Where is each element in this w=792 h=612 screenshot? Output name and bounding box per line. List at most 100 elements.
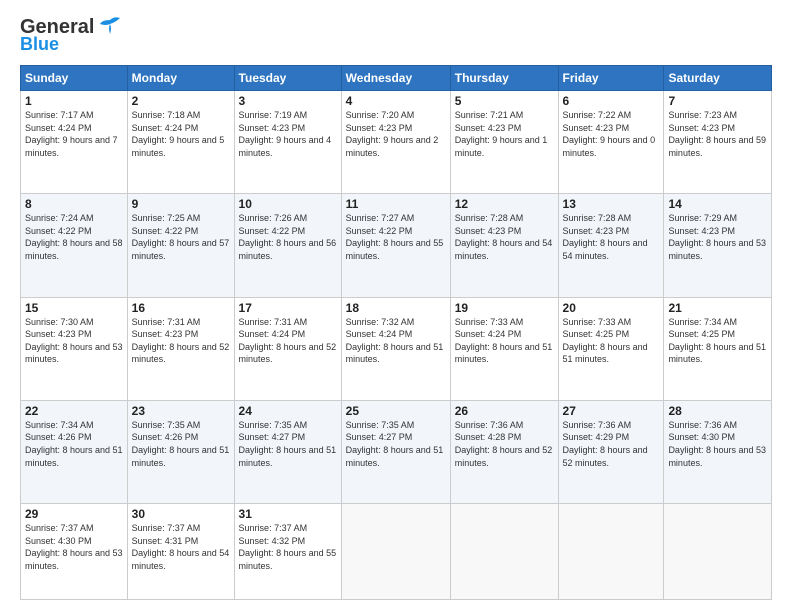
page: General Blue SundayMondayTuesdayWednesda… bbox=[0, 0, 792, 612]
calendar-week-row: 15 Sunrise: 7:30 AMSunset: 4:23 PMDaylig… bbox=[21, 297, 772, 400]
calendar-cell bbox=[558, 504, 664, 600]
calendar-body: 1 Sunrise: 7:17 AMSunset: 4:24 PMDayligh… bbox=[21, 91, 772, 600]
day-number: 26 bbox=[455, 404, 554, 418]
day-info: Sunrise: 7:37 AMSunset: 4:30 PMDaylight:… bbox=[25, 523, 123, 571]
calendar-cell bbox=[450, 504, 558, 600]
day-number: 12 bbox=[455, 197, 554, 211]
calendar-cell: 19 Sunrise: 7:33 AMSunset: 4:24 PMDaylig… bbox=[450, 297, 558, 400]
calendar-cell bbox=[341, 504, 450, 600]
day-info: Sunrise: 7:34 AMSunset: 4:25 PMDaylight:… bbox=[668, 317, 766, 365]
header: General Blue bbox=[20, 16, 772, 55]
calendar-header-friday: Friday bbox=[558, 66, 664, 91]
day-number: 16 bbox=[132, 301, 230, 315]
calendar-cell: 3 Sunrise: 7:19 AMSunset: 4:23 PMDayligh… bbox=[234, 91, 341, 194]
day-number: 27 bbox=[563, 404, 660, 418]
calendar-cell: 30 Sunrise: 7:37 AMSunset: 4:31 PMDaylig… bbox=[127, 504, 234, 600]
day-number: 15 bbox=[25, 301, 123, 315]
day-number: 21 bbox=[668, 301, 767, 315]
day-number: 29 bbox=[25, 507, 123, 521]
day-info: Sunrise: 7:37 AMSunset: 4:31 PMDaylight:… bbox=[132, 523, 230, 571]
calendar-table: SundayMondayTuesdayWednesdayThursdayFrid… bbox=[20, 65, 772, 600]
day-number: 11 bbox=[346, 197, 446, 211]
day-number: 7 bbox=[668, 94, 767, 108]
calendar-cell: 8 Sunrise: 7:24 AMSunset: 4:22 PMDayligh… bbox=[21, 194, 128, 297]
day-info: Sunrise: 7:32 AMSunset: 4:24 PMDaylight:… bbox=[346, 317, 444, 365]
calendar-header-wednesday: Wednesday bbox=[341, 66, 450, 91]
calendar-cell: 13 Sunrise: 7:28 AMSunset: 4:23 PMDaylig… bbox=[558, 194, 664, 297]
day-number: 18 bbox=[346, 301, 446, 315]
calendar-header-thursday: Thursday bbox=[450, 66, 558, 91]
calendar-cell: 10 Sunrise: 7:26 AMSunset: 4:22 PMDaylig… bbox=[234, 194, 341, 297]
day-info: Sunrise: 7:23 AMSunset: 4:23 PMDaylight:… bbox=[668, 110, 766, 158]
day-number: 30 bbox=[132, 507, 230, 521]
calendar-cell: 23 Sunrise: 7:35 AMSunset: 4:26 PMDaylig… bbox=[127, 400, 234, 503]
calendar-cell: 25 Sunrise: 7:35 AMSunset: 4:27 PMDaylig… bbox=[341, 400, 450, 503]
calendar-header-monday: Monday bbox=[127, 66, 234, 91]
day-number: 20 bbox=[563, 301, 660, 315]
calendar-cell: 7 Sunrise: 7:23 AMSunset: 4:23 PMDayligh… bbox=[664, 91, 772, 194]
day-info: Sunrise: 7:36 AMSunset: 4:29 PMDaylight:… bbox=[563, 420, 648, 468]
day-info: Sunrise: 7:33 AMSunset: 4:25 PMDaylight:… bbox=[563, 317, 648, 365]
day-info: Sunrise: 7:26 AMSunset: 4:22 PMDaylight:… bbox=[239, 213, 337, 261]
logo-bird-icon bbox=[96, 16, 124, 38]
day-info: Sunrise: 7:29 AMSunset: 4:23 PMDaylight:… bbox=[668, 213, 766, 261]
day-number: 14 bbox=[668, 197, 767, 211]
day-info: Sunrise: 7:20 AMSunset: 4:23 PMDaylight:… bbox=[346, 110, 439, 158]
calendar-cell: 9 Sunrise: 7:25 AMSunset: 4:22 PMDayligh… bbox=[127, 194, 234, 297]
day-info: Sunrise: 7:34 AMSunset: 4:26 PMDaylight:… bbox=[25, 420, 123, 468]
calendar-cell: 2 Sunrise: 7:18 AMSunset: 4:24 PMDayligh… bbox=[127, 91, 234, 194]
calendar-cell: 28 Sunrise: 7:36 AMSunset: 4:30 PMDaylig… bbox=[664, 400, 772, 503]
calendar-week-row: 8 Sunrise: 7:24 AMSunset: 4:22 PMDayligh… bbox=[21, 194, 772, 297]
calendar-cell: 6 Sunrise: 7:22 AMSunset: 4:23 PMDayligh… bbox=[558, 91, 664, 194]
day-number: 5 bbox=[455, 94, 554, 108]
day-info: Sunrise: 7:28 AMSunset: 4:23 PMDaylight:… bbox=[563, 213, 648, 261]
calendar-header-sunday: Sunday bbox=[21, 66, 128, 91]
day-info: Sunrise: 7:25 AMSunset: 4:22 PMDaylight:… bbox=[132, 213, 230, 261]
calendar-cell: 15 Sunrise: 7:30 AMSunset: 4:23 PMDaylig… bbox=[21, 297, 128, 400]
calendar-cell: 4 Sunrise: 7:20 AMSunset: 4:23 PMDayligh… bbox=[341, 91, 450, 194]
calendar-header-tuesday: Tuesday bbox=[234, 66, 341, 91]
calendar-week-row: 29 Sunrise: 7:37 AMSunset: 4:30 PMDaylig… bbox=[21, 504, 772, 600]
day-number: 8 bbox=[25, 197, 123, 211]
day-info: Sunrise: 7:24 AMSunset: 4:22 PMDaylight:… bbox=[25, 213, 123, 261]
day-info: Sunrise: 7:27 AMSunset: 4:22 PMDaylight:… bbox=[346, 213, 444, 261]
day-info: Sunrise: 7:22 AMSunset: 4:23 PMDaylight:… bbox=[563, 110, 656, 158]
calendar-cell: 26 Sunrise: 7:36 AMSunset: 4:28 PMDaylig… bbox=[450, 400, 558, 503]
calendar-week-row: 1 Sunrise: 7:17 AMSunset: 4:24 PMDayligh… bbox=[21, 91, 772, 194]
calendar-cell: 17 Sunrise: 7:31 AMSunset: 4:24 PMDaylig… bbox=[234, 297, 341, 400]
calendar-cell: 20 Sunrise: 7:33 AMSunset: 4:25 PMDaylig… bbox=[558, 297, 664, 400]
day-info: Sunrise: 7:36 AMSunset: 4:30 PMDaylight:… bbox=[668, 420, 766, 468]
calendar-header-row: SundayMondayTuesdayWednesdayThursdayFrid… bbox=[21, 66, 772, 91]
day-info: Sunrise: 7:28 AMSunset: 4:23 PMDaylight:… bbox=[455, 213, 553, 261]
calendar-header-saturday: Saturday bbox=[664, 66, 772, 91]
day-info: Sunrise: 7:31 AMSunset: 4:24 PMDaylight:… bbox=[239, 317, 337, 365]
day-number: 17 bbox=[239, 301, 337, 315]
calendar-week-row: 22 Sunrise: 7:34 AMSunset: 4:26 PMDaylig… bbox=[21, 400, 772, 503]
day-number: 13 bbox=[563, 197, 660, 211]
day-number: 24 bbox=[239, 404, 337, 418]
day-number: 10 bbox=[239, 197, 337, 211]
day-info: Sunrise: 7:31 AMSunset: 4:23 PMDaylight:… bbox=[132, 317, 230, 365]
day-number: 1 bbox=[25, 94, 123, 108]
calendar-cell: 22 Sunrise: 7:34 AMSunset: 4:26 PMDaylig… bbox=[21, 400, 128, 503]
calendar-cell: 24 Sunrise: 7:35 AMSunset: 4:27 PMDaylig… bbox=[234, 400, 341, 503]
day-info: Sunrise: 7:33 AMSunset: 4:24 PMDaylight:… bbox=[455, 317, 553, 365]
day-number: 6 bbox=[563, 94, 660, 108]
day-number: 19 bbox=[455, 301, 554, 315]
calendar-cell: 29 Sunrise: 7:37 AMSunset: 4:30 PMDaylig… bbox=[21, 504, 128, 600]
calendar-cell: 31 Sunrise: 7:37 AMSunset: 4:32 PMDaylig… bbox=[234, 504, 341, 600]
day-number: 31 bbox=[239, 507, 337, 521]
day-info: Sunrise: 7:36 AMSunset: 4:28 PMDaylight:… bbox=[455, 420, 553, 468]
day-info: Sunrise: 7:35 AMSunset: 4:27 PMDaylight:… bbox=[346, 420, 444, 468]
calendar-cell: 21 Sunrise: 7:34 AMSunset: 4:25 PMDaylig… bbox=[664, 297, 772, 400]
day-info: Sunrise: 7:17 AMSunset: 4:24 PMDaylight:… bbox=[25, 110, 118, 158]
day-info: Sunrise: 7:35 AMSunset: 4:26 PMDaylight:… bbox=[132, 420, 230, 468]
day-number: 4 bbox=[346, 94, 446, 108]
calendar-cell: 27 Sunrise: 7:36 AMSunset: 4:29 PMDaylig… bbox=[558, 400, 664, 503]
calendar-cell: 5 Sunrise: 7:21 AMSunset: 4:23 PMDayligh… bbox=[450, 91, 558, 194]
day-info: Sunrise: 7:37 AMSunset: 4:32 PMDaylight:… bbox=[239, 523, 337, 571]
day-info: Sunrise: 7:30 AMSunset: 4:23 PMDaylight:… bbox=[25, 317, 123, 365]
day-number: 22 bbox=[25, 404, 123, 418]
day-info: Sunrise: 7:19 AMSunset: 4:23 PMDaylight:… bbox=[239, 110, 332, 158]
day-number: 25 bbox=[346, 404, 446, 418]
